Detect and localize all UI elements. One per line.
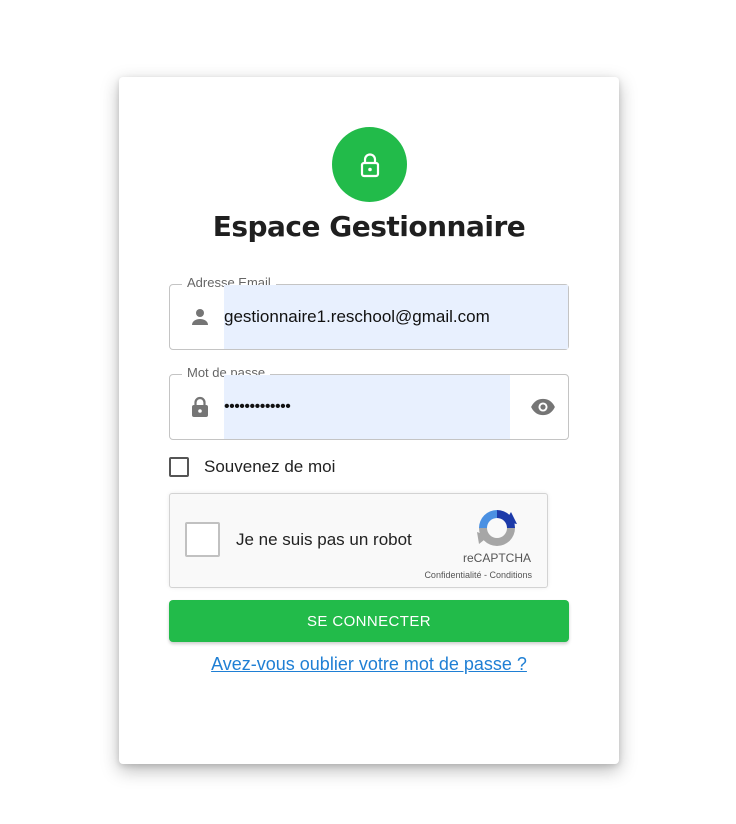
recaptcha-links[interactable]: Confidentialité - Conditions — [424, 570, 532, 580]
password-field[interactable]: Mot de passe ••••••••••••• — [169, 365, 569, 440]
password-input[interactable]: ••••••••••••• — [224, 375, 291, 439]
lock-icon — [192, 396, 208, 417]
person-icon — [192, 309, 208, 325]
email-input[interactable]: gestionnaire1.reschool@gmail.com — [224, 285, 490, 349]
email-field[interactable]: Adresse Email gestionnaire1.reschool@gma… — [169, 275, 569, 350]
login-card: Espace Gestionnaire Adresse Email gestio… — [119, 77, 619, 764]
recaptcha-brand: reCAPTCHA — [462, 551, 531, 565]
recaptcha-label: Je ne suis pas un robot — [236, 530, 412, 549]
remember-me-checkbox[interactable] — [169, 457, 189, 477]
lock-avatar — [332, 127, 407, 202]
recaptcha-checkbox[interactable] — [185, 522, 220, 557]
page-title: Espace Gestionnaire — [212, 210, 526, 243]
lock-icon — [360, 152, 379, 177]
login-button[interactable]: SE CONNECTER — [169, 600, 569, 642]
forgot-password-link[interactable]: Avez-vous oublier votre mot de passe ? — [119, 654, 619, 675]
remember-me[interactable]: Souvenez de moi — [169, 457, 335, 477]
eye-icon[interactable] — [530, 394, 556, 420]
remember-me-label: Souvenez de moi — [204, 457, 336, 476]
recaptcha-logo-icon — [477, 510, 517, 546]
recaptcha-widget: Je ne suis pas un robot reCAPTCHA Confid… — [169, 493, 548, 588]
